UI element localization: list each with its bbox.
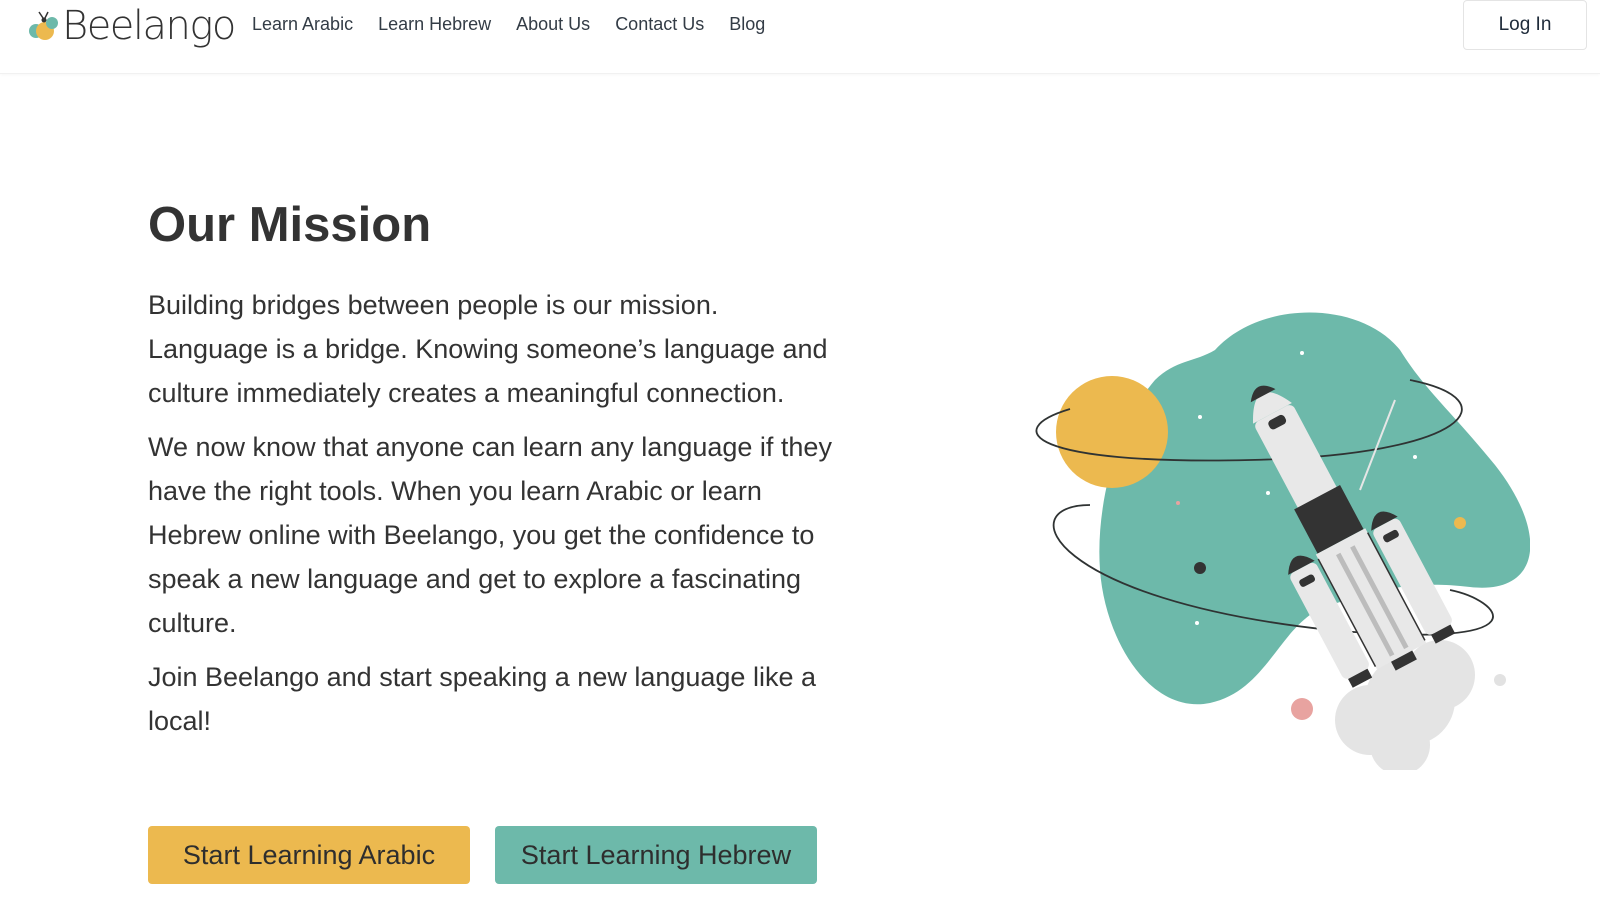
mission-paragraph-3: Join Beelango and start speaking a new l… <box>148 662 816 736</box>
mission-section: Our Mission Building bridges between peo… <box>148 195 838 753</box>
rocket-illustration <box>1030 300 1531 775</box>
main-nav: Learn Arabic Learn Hebrew About Us Conta… <box>252 13 790 35</box>
bee-icon <box>29 11 58 40</box>
nav-learn-hebrew[interactable]: Learn Hebrew <box>378 13 491 35</box>
page-title: Our Mission <box>148 198 432 252</box>
cta-buttons: Start Learning Arabic Start Learning Heb… <box>148 826 817 884</box>
nav-about-us[interactable]: About Us <box>516 13 590 35</box>
nav-blog[interactable]: Blog <box>729 13 765 35</box>
top-navigation-bar: Beelango Learn Arabic Learn Hebrew About… <box>0 0 1600 74</box>
mission-paragraph-1: Building bridges between people is our m… <box>148 290 828 408</box>
beelango-logo[interactable]: Beelango <box>26 3 236 49</box>
planet-icon <box>1056 376 1168 488</box>
nav-contact-us[interactable]: Contact Us <box>615 13 704 35</box>
login-button[interactable]: Log In <box>1463 0 1587 50</box>
start-learning-hebrew-button[interactable]: Start Learning Hebrew <box>495 826 817 884</box>
mission-paragraph-2: We now know that anyone can learn any la… <box>148 432 832 638</box>
start-learning-arabic-button[interactable]: Start Learning Arabic <box>148 826 470 884</box>
logo-wordmark: Beelango <box>62 3 236 49</box>
nav-learn-arabic[interactable]: Learn Arabic <box>252 13 353 35</box>
